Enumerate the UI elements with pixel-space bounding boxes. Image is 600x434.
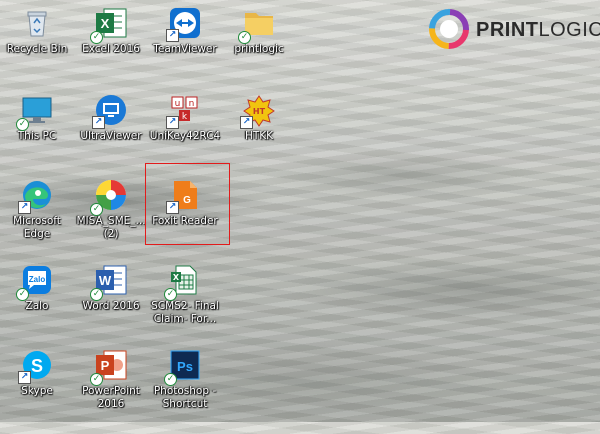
svg-text:u: u — [175, 99, 181, 109]
sync-check-icon: ✓ — [90, 373, 103, 386]
shortcut-arrow-icon: ↗ — [92, 116, 105, 129]
svg-text:k: k — [182, 112, 188, 122]
logo-text-logic: LOGIC — [539, 19, 600, 41]
sync-check-icon: ✓ — [90, 288, 103, 301]
svg-text:P: P — [101, 358, 110, 373]
sync-check-icon: ✓ — [16, 118, 29, 131]
desktop-icon-microsoft-edge[interactable]: ↗ Microsoft Edge — [0, 178, 74, 264]
recycle-bin-icon — [20, 6, 54, 40]
sync-check-icon: ✓ — [90, 203, 103, 216]
sync-check-icon: ✓ — [164, 288, 177, 301]
icon-label: This PC — [0, 130, 74, 143]
desktop-icon-this-pc[interactable]: ✓ This PC — [0, 93, 74, 179]
sync-check-icon: ✓ — [164, 373, 177, 386]
icon-label: Word 2016 — [74, 300, 148, 313]
icon-label: MISA_SME_... (2) — [74, 215, 148, 240]
misa-icon: ✓ — [94, 178, 128, 212]
icon-label: UniKey42RC4 — [148, 130, 222, 143]
shortcut-arrow-icon: ↗ — [18, 201, 31, 214]
svg-text:Zalo: Zalo — [29, 275, 46, 284]
shortcut-arrow-icon: ↗ — [166, 29, 179, 42]
svg-text:n: n — [189, 99, 195, 109]
icon-label: Recycle Bin — [0, 43, 74, 56]
shortcut-arrow-icon: ↗ — [240, 116, 253, 129]
icon-label: Zalo — [0, 300, 74, 313]
desktop-icon-photoshop[interactable]: Ps ✓ Photoshop - Shortcut — [148, 348, 222, 434]
icon-label: Skype — [0, 385, 74, 398]
htkk-icon: HT ↗ — [242, 93, 276, 127]
shortcut-arrow-icon: ↗ — [166, 116, 179, 129]
icon-label: Excel 2016 — [74, 43, 148, 56]
edge-icon: ↗ — [20, 178, 54, 212]
printlogic-logo-icon — [428, 8, 470, 50]
desktop-icon-printlogic[interactable]: ✓ printlogic — [222, 6, 296, 92]
svg-text:X: X — [173, 273, 180, 282]
logo-text-print: PRINT — [476, 19, 539, 41]
skype-icon: S ↗ — [20, 348, 54, 382]
sync-check-icon: ✓ — [16, 288, 29, 301]
unikey-icon: unk ↗ — [168, 93, 202, 127]
icon-label: TeamViewer — [148, 43, 222, 56]
icon-label: Microsoft Edge — [0, 215, 74, 240]
powerpoint-icon: P ✓ — [94, 348, 128, 382]
icon-label: HTKK — [222, 130, 296, 143]
teamviewer-icon: ↗ — [168, 6, 202, 40]
photoshop-icon: Ps ✓ — [168, 348, 202, 382]
desktop-icon-ultraviewer[interactable]: ↗ UltraViewer — [74, 93, 148, 179]
icon-label: UltraViewer — [74, 130, 148, 143]
desktop: PRINTLOGIC Recycle Bin X ✓ Excel 2016 ↗ … — [0, 0, 600, 422]
svg-text:HT: HT — [253, 107, 266, 116]
zalo-icon: Zalo ✓ — [20, 263, 54, 297]
sync-check-icon: ✓ — [90, 31, 103, 44]
printlogic-logo: PRINTLOGIC — [428, 8, 590, 52]
folder-icon: ✓ — [242, 6, 276, 40]
desktop-icon-htkk[interactable]: HT ↗ HTKK — [222, 93, 296, 179]
excel-file-icon: X ✓ — [168, 263, 202, 297]
icon-label: PowerPoint 2016 — [74, 385, 148, 410]
sync-check-icon: ✓ — [238, 31, 251, 44]
desktop-icon-powerpoint-2016[interactable]: P ✓ PowerPoint 2016 — [74, 348, 148, 434]
desktop-icon-zalo[interactable]: Zalo ✓ Zalo — [0, 263, 74, 349]
svg-text:W: W — [99, 273, 112, 288]
svg-text:S: S — [31, 356, 43, 376]
selection-highlight-box — [145, 163, 230, 245]
icon-label: printlogic — [222, 43, 296, 56]
ultraviewer-icon: ↗ — [94, 93, 128, 127]
shortcut-arrow-icon: ↗ — [18, 371, 31, 384]
excel-icon: X ✓ — [94, 6, 128, 40]
desktop-icon-excel-2016[interactable]: X ✓ Excel 2016 — [74, 6, 148, 92]
word-icon: W ✓ — [94, 263, 128, 297]
icon-label: SCMS2- Final Claim- For... — [148, 300, 222, 325]
desktop-icon-skype[interactable]: S ↗ Skype — [0, 348, 74, 434]
desktop-icon-recycle-bin[interactable]: Recycle Bin — [0, 6, 74, 92]
desktop-icon-scms2-file[interactable]: X ✓ SCMS2- Final Claim- For... — [148, 263, 222, 349]
this-pc-icon: ✓ — [20, 93, 54, 127]
svg-text:X: X — [101, 16, 110, 31]
svg-text:Ps: Ps — [177, 359, 193, 374]
desktop-icon-word-2016[interactable]: W ✓ Word 2016 — [74, 263, 148, 349]
icon-label: Photoshop - Shortcut — [148, 385, 222, 410]
desktop-icon-misa[interactable]: ✓ MISA_SME_... (2) — [74, 178, 148, 264]
desktop-icon-teamviewer[interactable]: ↗ TeamViewer — [148, 6, 222, 92]
